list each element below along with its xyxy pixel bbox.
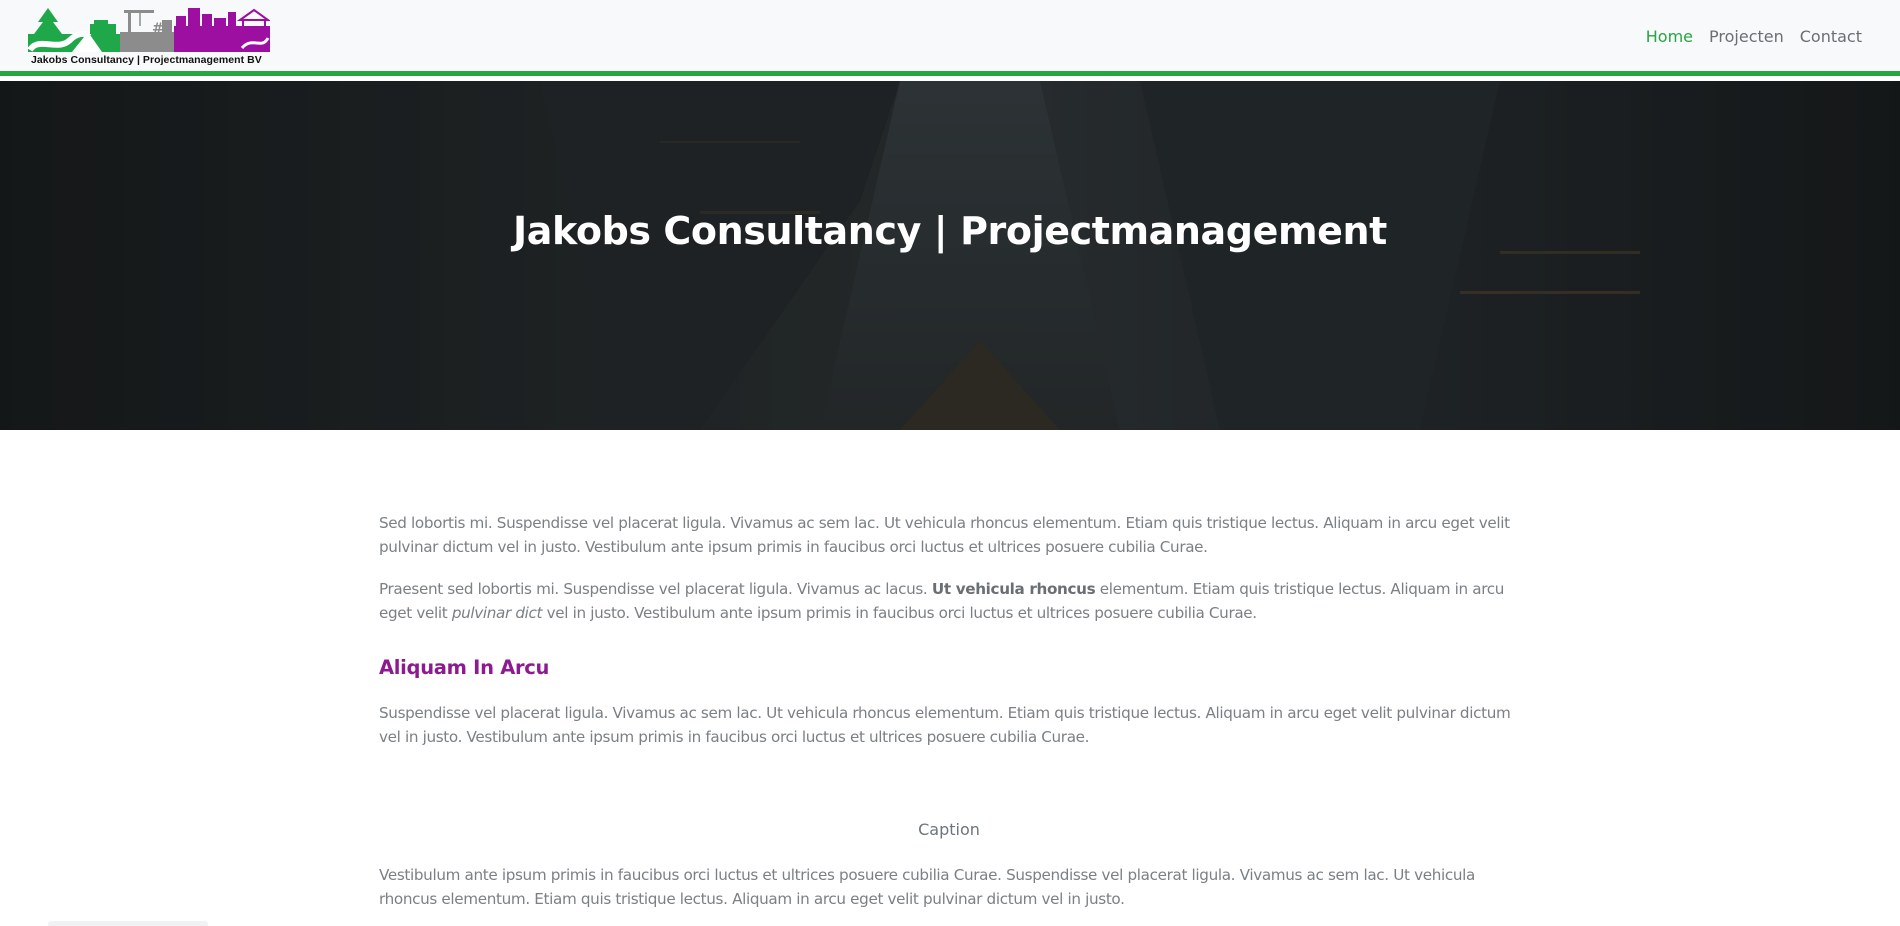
hero-title: Jakobs Consultancy | Projectmanagement [513, 209, 1387, 253]
paragraph-intro: Sed lobortis mi. Suspendisse vel placera… [379, 514, 1510, 556]
paragraph-second-text-1: Praesent sed lobortis mi. Suspendisse ve… [379, 580, 932, 598]
paragraph-second-text-3: vel in justo. Vestibulum ante ipsum prim… [542, 603, 1258, 622]
image-caption: Caption [918, 820, 980, 839]
nav-menu: Home Projecten Contact [1646, 27, 1862, 46]
paragraph-second-bold: Ut vehicula rhoncus [931, 580, 1096, 598]
nav-item-projecten[interactable]: Projecten [1709, 27, 1784, 46]
logo-graphic: # [28, 8, 270, 52]
svg-text:#: # [152, 21, 164, 37]
navbar: # Jakobs Consultancy | Projectmanagement… [0, 0, 1900, 76]
paragraph-closing: Vestibulum ante ipsum primis in faucibus… [379, 866, 1475, 908]
nav-item-contact[interactable]: Contact [1800, 27, 1862, 46]
paragraph-second-italic: pulvinar dict [451, 603, 543, 622]
nav-item-home[interactable]: Home [1646, 27, 1693, 46]
section-heading: Aliquam In Arcu [379, 656, 550, 679]
hero-overlay [0, 81, 1900, 430]
logo-text: Jakobs Consultancy | Projectmanagement B… [31, 54, 262, 66]
brand-logo[interactable]: # Jakobs Consultancy | Projectmanagement… [28, 6, 270, 70]
bottom-edge-element [48, 921, 208, 926]
paragraph-section: Suspendisse vel placerat ligula. Vivamus… [379, 704, 1511, 746]
paragraph-second: Praesent sed lobortis mi. Suspendisse ve… [379, 578, 1519, 625]
hero-banner: Jakobs Consultancy | Projectmanagement [0, 81, 1900, 430]
